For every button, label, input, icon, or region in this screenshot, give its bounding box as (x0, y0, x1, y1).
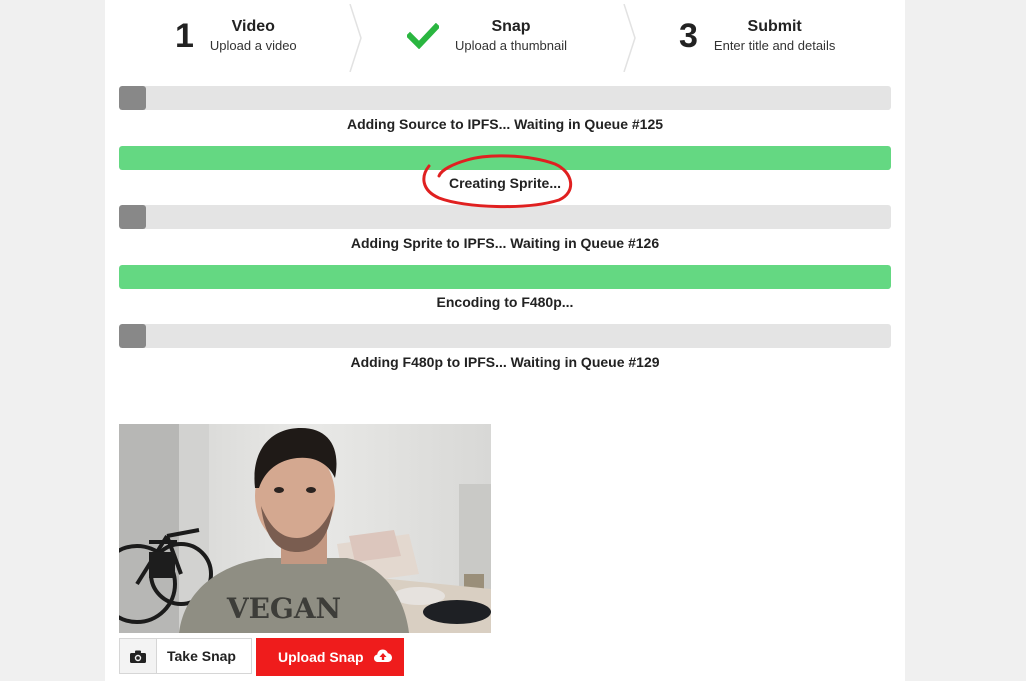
progress-bar-sprite (119, 146, 891, 170)
progress-bar-sprite-ipfs (119, 205, 891, 229)
upload-card: 1 Video Upload a video Snap Upload a thu… (105, 0, 905, 681)
progress-label: Creating Sprite... (448, 175, 562, 191)
progress-label: Encoding to F480p... (436, 294, 574, 310)
progress-bar-source-ipfs (119, 86, 891, 110)
progress-label: Adding Source to IPFS... Waiting in Queu… (346, 116, 664, 132)
step-title: Video (231, 18, 275, 35)
progress-fill (119, 324, 147, 348)
checkmark-icon (407, 23, 439, 49)
steps-header: 1 Video Upload a video Snap Upload a thu… (105, 0, 905, 72)
step-number: 3 (679, 16, 698, 55)
step-subtitle: Upload a thumbnail (455, 38, 568, 53)
step-number: 1 (175, 16, 194, 55)
take-snap-button[interactable]: Take Snap (119, 638, 252, 674)
step-snap[interactable]: Snap Upload a thumbnail (407, 0, 567, 72)
step-divider (623, 4, 636, 72)
cloud-upload-icon (374, 649, 392, 662)
step-title: Submit (747, 18, 802, 35)
progress-label: Adding Sprite to IPFS... Waiting in Queu… (350, 235, 660, 251)
upload-snap-button[interactable]: Upload Snap (256, 638, 404, 676)
camera-icon (120, 639, 157, 673)
step-submit[interactable]: 3 Submit Enter title and details (679, 0, 835, 72)
progress-fill (119, 86, 147, 110)
step-video[interactable]: 1 Video Upload a video (175, 0, 297, 72)
step-divider (349, 4, 362, 72)
progress-fill (119, 265, 891, 289)
step-title: Snap (491, 18, 531, 35)
step-subtitle: Upload a video (209, 38, 297, 53)
progress-bar-encoding (119, 265, 891, 289)
progress-fill (119, 205, 147, 229)
progress-fill (119, 146, 891, 170)
step-subtitle: Enter title and details (713, 38, 836, 53)
shirt-text: VEGAN (226, 592, 341, 625)
progress-label: Adding F480p to IPFS... Waiting in Queue… (350, 354, 660, 370)
snapshot-image: VEGAN (119, 424, 491, 633)
take-snap-label: Take Snap (167, 648, 236, 664)
progress-bar-f480p-ipfs (119, 324, 891, 348)
upload-snap-label: Upload Snap (278, 649, 364, 665)
